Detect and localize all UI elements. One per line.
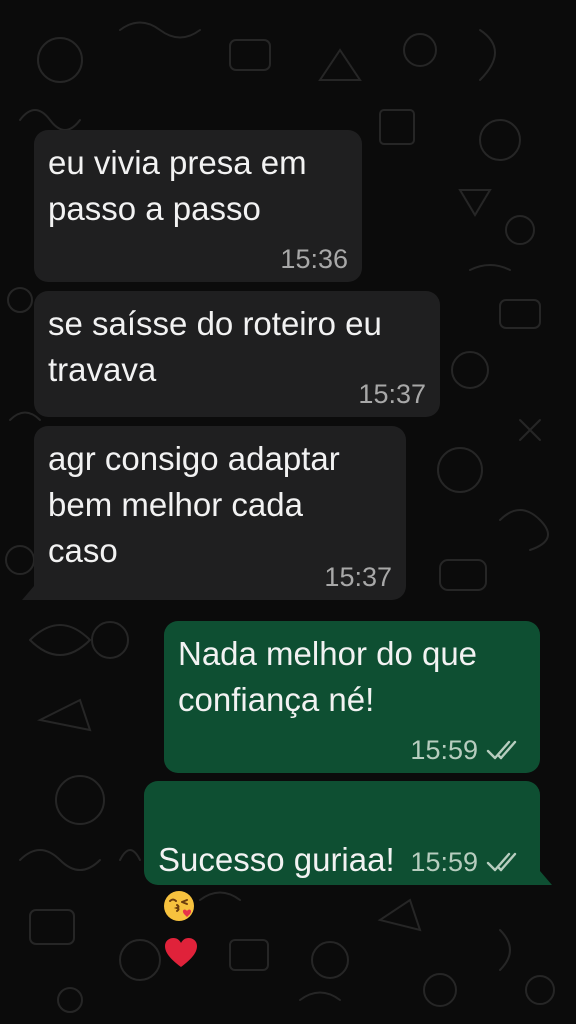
message-meta: 15:59 [410, 735, 526, 765]
message-meta: 15:36 [280, 244, 348, 274]
message-time: 15:36 [280, 244, 348, 274]
message-text: Sucesso guriaa! [158, 791, 395, 975]
message-meta: 15:59 [410, 847, 526, 877]
red-heart-emoji [165, 938, 197, 967]
message-text: Nada melhor do que confiança né! [178, 635, 478, 718]
message-time: 15:37 [324, 562, 392, 592]
incoming-message[interactable]: agr consigo adaptar bem melhor cada caso… [22, 426, 406, 600]
double-check-icon [486, 852, 517, 872]
bubble-tail [22, 586, 34, 600]
incoming-message[interactable]: eu vivia presa em passo a passo 15:36 [34, 130, 362, 282]
message-text: agr consigo adaptar bem melhor cada caso [48, 440, 340, 569]
message-text: eu vivia presa em passo a passo [48, 144, 307, 227]
message-meta: 15:37 [358, 379, 426, 409]
bubble-tail [540, 871, 552, 885]
outgoing-message[interactable]: Sucesso guriaa! 15:59 [144, 781, 552, 967]
message-meta: 15:37 [324, 562, 392, 592]
incoming-message[interactable]: se saísse do roteiro eu travava 15:37 [34, 291, 440, 417]
kissing-face-with-heart-emoji [164, 891, 194, 921]
double-check-icon [486, 740, 517, 760]
outgoing-message[interactable]: Nada melhor do que confiança né! 15:59 [164, 621, 540, 773]
message-text: se saísse do roteiro eu travava [48, 305, 382, 388]
message-time: 15:59 [410, 735, 478, 765]
chat-message-list: eu vivia presa em passo a passo 15:36 se… [0, 0, 576, 1024]
message-time: 15:59 [410, 847, 478, 877]
message-text-content: Sucesso guriaa! [158, 841, 395, 878]
message-time: 15:37 [358, 379, 426, 409]
